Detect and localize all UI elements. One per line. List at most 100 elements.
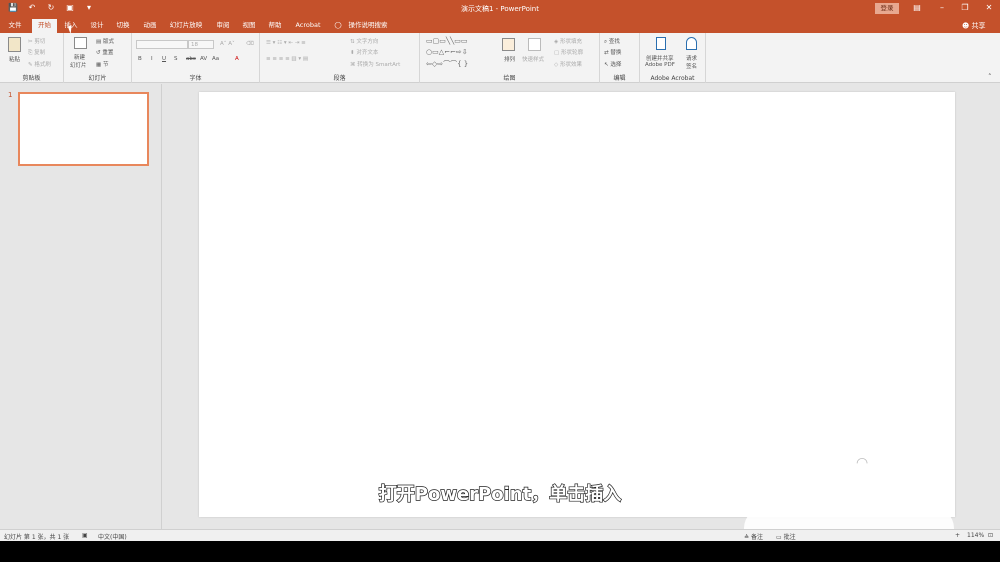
slide-number: 1 (8, 91, 13, 99)
language-indicator[interactable]: 中文(中国) (98, 532, 127, 541)
slide-info: 幻灯片 第 1 张，共 1 张 (4, 534, 70, 541)
tab-file[interactable]: 文件 (4, 20, 26, 33)
font-group: 18 A˄ A˅ ⌫ B I U S abc AV Aa A 字体 (132, 33, 260, 83)
create-pdf-icon[interactable] (656, 37, 666, 50)
cut-button[interactable]: ✂ 剪切 (28, 37, 45, 45)
slides-group: 新建 幻灯片 ▤ 版式 ↺ 重置 ▦ 节 幻灯片 (64, 33, 132, 83)
new-slide-label-1[interactable]: 新建 (74, 53, 85, 61)
request-signature-icon[interactable] (686, 37, 697, 50)
section-button[interactable]: ▦ 节 (96, 60, 108, 68)
paragraph-label: 段落 (333, 75, 346, 82)
find-button[interactable]: ⌕ 查找 (604, 37, 620, 46)
video-letterbox (0, 541, 1000, 562)
login-button[interactable]: 登录 (875, 3, 899, 14)
notes-button[interactable]: ≙ 备注 (744, 532, 763, 541)
drawing-label: 绘图 (503, 75, 516, 82)
person-icon: ☻ (962, 22, 970, 30)
convert-smartart-button[interactable]: ⌘ 转换为 SmartArt (350, 60, 400, 68)
ribbon-tabs: 文件 开始 插入 设计 切换 动画 幻灯片放映 审阅 视图 帮助 Acrobat… (0, 17, 1000, 33)
create-share-pdf-label-1[interactable]: 创建并共享 (646, 54, 674, 62)
replace-button[interactable]: ⇄ 替换 (604, 48, 621, 56)
tell-me-search[interactable]: 操作说明搜索 (346, 20, 390, 33)
strikethrough-button[interactable]: abc (186, 56, 196, 62)
shadow-button[interactable]: S (174, 56, 178, 62)
char-spacing-button[interactable]: AV (200, 56, 207, 62)
acrobat-group: 创建并共享 Adobe PDF 请求 签名 Adobe Acrobat (640, 33, 706, 83)
zoom-in-icon[interactable]: + (955, 532, 960, 539)
clear-format-icon[interactable]: ⌫ (246, 41, 254, 47)
tab-help[interactable]: 帮助 (264, 20, 286, 33)
powerpoint-window: 💾 ↶ ↻ ▣ ▾ 演示文稿1 - PowerPoint 登录 ▤ – ❐ ✕ … (0, 0, 1000, 562)
alignment-icons[interactable]: ≡ ≡ ≡ ≡ ▥ ▾ ▤ (266, 56, 308, 62)
editing-group: ⌕ 查找 ⇄ 替换 ↖ 选择 编辑 (600, 33, 640, 83)
bullets-icon[interactable]: ☰ ▾ ☷ ▾ ⇤ ⇥ ≡ (266, 40, 306, 46)
change-case-button[interactable]: Aa (212, 56, 219, 62)
paste-icon[interactable] (8, 37, 21, 52)
zoom-level[interactable]: 114% (967, 532, 984, 539)
quick-styles-button[interactable]: 快速样式 (522, 55, 544, 63)
tab-review[interactable]: 审阅 (212, 20, 234, 33)
tab-animations[interactable]: 动画 (139, 20, 161, 33)
new-slide-label-2[interactable]: 幻灯片 (70, 61, 87, 69)
reset-button[interactable]: ↺ 重置 (96, 48, 113, 56)
font-label: 字体 (189, 75, 202, 82)
quick-styles-icon[interactable] (528, 38, 541, 51)
watermark-icon: ◠ (856, 455, 869, 471)
fit-to-window-icon[interactable]: ⊡ (988, 532, 993, 539)
restore-icon[interactable]: ❐ (958, 2, 972, 14)
slide-thumbnail-pane: 1 (0, 84, 162, 529)
request-signature-label-2[interactable]: 签名 (686, 62, 697, 70)
slide-thumbnail[interactable] (18, 92, 149, 166)
request-signature-label-1[interactable]: 请求 (686, 54, 697, 62)
collapse-ribbon-icon[interactable]: ˄ (988, 73, 992, 81)
slides-label: 幻灯片 (88, 75, 107, 82)
shapes-gallery-row2[interactable]: ○▭△⌐⌐⇨⇩ (426, 48, 468, 56)
title-bar: 💾 ↶ ↻ ▣ ▾ 演示文稿1 - PowerPoint 登录 ▤ – ❐ ✕ (0, 0, 1000, 17)
font-color-button[interactable]: A (235, 56, 239, 62)
comments-button[interactable]: ▭ 批注 (776, 532, 796, 541)
select-button[interactable]: ↖ 选择 (604, 60, 621, 68)
shape-outline-button[interactable]: ▢ 形状轮廓 (554, 48, 583, 56)
align-text-button[interactable]: ⬍ 对齐文本 (350, 48, 378, 56)
shapes-gallery-row1[interactable]: ▭▢▭╲╲▭▭ (426, 37, 468, 45)
tab-acrobat[interactable]: Acrobat (292, 20, 324, 33)
editing-label: 编辑 (613, 75, 626, 82)
bold-button[interactable]: B (138, 56, 142, 62)
tab-design[interactable]: 设计 (86, 20, 108, 33)
grow-font-icon[interactable]: A˄ A˅ (220, 41, 235, 47)
create-share-pdf-label-2[interactable]: Adobe PDF (645, 62, 675, 68)
shape-effects-button[interactable]: ◇ 形状效果 (554, 60, 582, 68)
close-icon[interactable]: ✕ (982, 2, 996, 14)
arrange-icon[interactable] (502, 38, 515, 51)
copy-button[interactable]: ⎘ 复制 (28, 48, 45, 57)
slide-canvas[interactable] (199, 92, 955, 517)
tab-slideshow[interactable]: 幻灯片放映 (168, 20, 204, 33)
clipboard-group: 粘贴 ✂ 剪切 ⎘ 复制 ✎ 格式刷 剪贴板 (0, 33, 64, 83)
format-painter-button[interactable]: ✎ 格式刷 (28, 60, 51, 68)
arrange-button[interactable]: 排列 (504, 55, 515, 63)
ribbon-display-options-icon[interactable]: ▤ (910, 2, 924, 14)
spelling-icon[interactable]: ▣ (82, 532, 88, 539)
tab-view[interactable]: 视图 (238, 20, 260, 33)
shapes-gallery-row3[interactable]: ⇦◇⇨⌒⌒{ } (426, 59, 468, 69)
tab-transitions[interactable]: 切换 (112, 20, 134, 33)
underline-button[interactable]: U (162, 56, 166, 62)
ribbon: 粘贴 ✂ 剪切 ⎘ 复制 ✎ 格式刷 剪贴板 新建 幻灯片 ▤ 版式 ↺ 重置 … (0, 33, 1000, 83)
lightbulb-icon: ◯ (334, 21, 342, 29)
share-button[interactable]: ☻ 共享 (962, 21, 986, 31)
font-name-box[interactable] (136, 40, 188, 49)
acrobat-label: Adobe Acrobat (650, 75, 695, 82)
layout-button[interactable]: ▤ 版式 (96, 37, 114, 45)
status-bar: 幻灯片 第 1 张，共 1 张 ▣ 中文(中国) ≙ 备注 ▭ 批注 + 114… (0, 529, 1000, 541)
paragraph-group: ☰ ▾ ☷ ▾ ⇤ ⇥ ≡ ≡ ≡ ≡ ≡ ▥ ▾ ▤ ⇅ 文字方向 ⬍ 对齐文… (260, 33, 420, 83)
font-size-box[interactable]: 18 (188, 40, 214, 49)
window-title: 演示文稿1 - PowerPoint (461, 5, 539, 13)
italic-button[interactable]: I (151, 56, 153, 62)
shape-fill-button[interactable]: ◈ 形状填充 (554, 37, 582, 45)
paste-button[interactable]: 粘贴 (9, 55, 20, 63)
tab-home[interactable]: 开始 (32, 19, 57, 33)
new-slide-icon[interactable] (74, 37, 87, 49)
video-caption: 打开PowerPoint，单击插入 (378, 483, 622, 505)
minimize-icon[interactable]: – (935, 2, 949, 14)
text-direction-button[interactable]: ⇅ 文字方向 (350, 37, 378, 45)
